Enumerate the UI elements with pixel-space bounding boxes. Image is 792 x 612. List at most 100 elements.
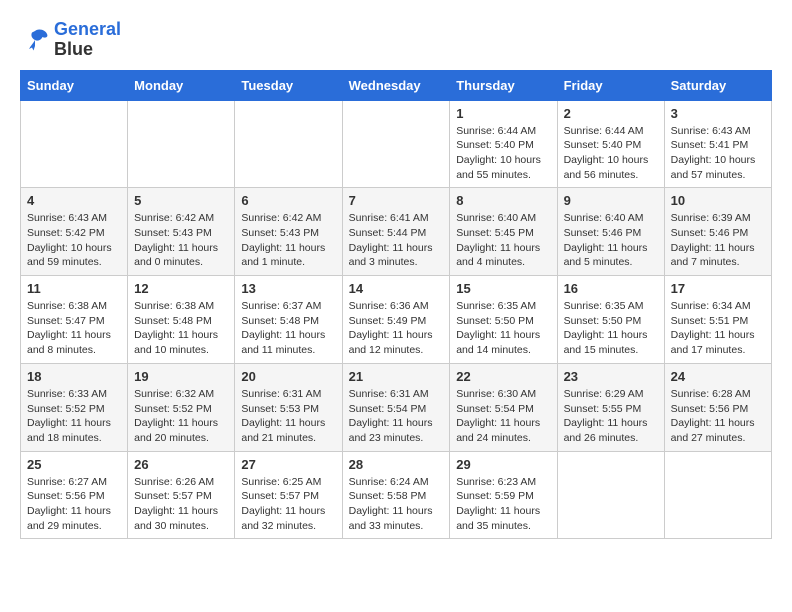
calendar-cell: 6Sunrise: 6:42 AM Sunset: 5:43 PM Daylig… (235, 188, 342, 276)
day-info: Sunrise: 6:26 AM Sunset: 5:57 PM Dayligh… (134, 475, 228, 534)
day-number: 18 (27, 369, 121, 384)
day-number: 9 (564, 193, 658, 208)
cell-content: 28Sunrise: 6:24 AM Sunset: 5:58 PM Dayli… (349, 457, 444, 534)
calendar-cell (342, 100, 450, 188)
cell-content: 9Sunrise: 6:40 AM Sunset: 5:46 PM Daylig… (564, 193, 658, 270)
day-info: Sunrise: 6:33 AM Sunset: 5:52 PM Dayligh… (27, 387, 121, 446)
week-row-5: 25 Sunrise: 6:27 AM Sunset: 5:56 PM Dayli… (21, 451, 772, 539)
day-info: Sunrise: 6:23 AM Sunset: 5:59 PM Dayligh… (456, 475, 550, 534)
day-info: Sunrise: 6:35 AM Sunset: 5:50 PM Dayligh… (456, 299, 550, 358)
cell-content: 21 Sunrise: 6:31 AM Sunset: 5:54 PM Dayli… (349, 369, 444, 446)
cell-content: 24 Sunrise: 6:28 AM Sunset: 5:56 PM Dayli… (671, 369, 765, 446)
week-row-4: 18 Sunrise: 6:33 AM Sunset: 5:52 PM Dayli… (21, 363, 772, 451)
day-number: 4 (27, 193, 121, 208)
calendar-cell (21, 100, 128, 188)
week-row-3: 11 Sunrise: 6:38 AM Sunset: 5:47 PM Dayli… (21, 276, 772, 364)
cell-content: 13 Sunrise: 6:37 AM Sunset: 5:48 PM Dayli… (241, 281, 335, 358)
day-info: Sunrise: 6:29 AM Sunset: 5:55 PM Dayligh… (564, 387, 658, 446)
cell-content: 18 Sunrise: 6:33 AM Sunset: 5:52 PM Dayli… (27, 369, 121, 446)
cell-content: 23 Sunrise: 6:29 AM Sunset: 5:55 PM Dayli… (564, 369, 658, 446)
cell-content: 15Sunrise: 6:35 AM Sunset: 5:50 PM Dayli… (456, 281, 550, 358)
day-info: Sunrise: 6:43 AM Sunset: 5:42 PM Dayligh… (27, 211, 121, 270)
cell-content: 10 Sunrise: 6:39 AM Sunset: 5:46 PM Dayli… (671, 193, 765, 270)
calendar-cell: 23 Sunrise: 6:29 AM Sunset: 5:55 PM Dayli… (557, 363, 664, 451)
day-number: 28 (349, 457, 444, 472)
calendar-cell: 7 Sunrise: 6:41 AM Sunset: 5:44 PM Daylig… (342, 188, 450, 276)
day-info: Sunrise: 6:34 AM Sunset: 5:51 PM Dayligh… (671, 299, 765, 358)
day-number: 21 (349, 369, 444, 384)
calendar-cell: 12 Sunrise: 6:38 AM Sunset: 5:48 PM Dayli… (128, 276, 235, 364)
calendar-cell: 15Sunrise: 6:35 AM Sunset: 5:50 PM Dayli… (450, 276, 557, 364)
day-number: 24 (671, 369, 765, 384)
cell-content: 17 Sunrise: 6:34 AM Sunset: 5:51 PM Dayli… (671, 281, 765, 358)
day-info: Sunrise: 6:42 AM Sunset: 5:43 PM Dayligh… (241, 211, 335, 270)
calendar-cell: 16Sunrise: 6:35 AM Sunset: 5:50 PM Dayli… (557, 276, 664, 364)
cell-content: 8 Sunrise: 6:40 AM Sunset: 5:45 PM Daylig… (456, 193, 550, 270)
cell-content: 16Sunrise: 6:35 AM Sunset: 5:50 PM Dayli… (564, 281, 658, 358)
cell-content: 2 Sunrise: 6:44 AM Sunset: 5:40 PM Daylig… (564, 106, 658, 183)
calendar-cell: 8 Sunrise: 6:40 AM Sunset: 5:45 PM Daylig… (450, 188, 557, 276)
day-info: Sunrise: 6:38 AM Sunset: 5:47 PM Dayligh… (27, 299, 121, 358)
day-info: Sunrise: 6:37 AM Sunset: 5:48 PM Dayligh… (241, 299, 335, 358)
calendar-cell: 11 Sunrise: 6:38 AM Sunset: 5:47 PM Dayli… (21, 276, 128, 364)
day-info: Sunrise: 6:40 AM Sunset: 5:45 PM Dayligh… (456, 211, 550, 270)
calendar-cell: 26Sunrise: 6:26 AM Sunset: 5:57 PM Dayli… (128, 451, 235, 539)
day-number: 2 (564, 106, 658, 121)
day-info: Sunrise: 6:27 AM Sunset: 5:56 PM Dayligh… (27, 475, 121, 534)
day-info: Sunrise: 6:25 AM Sunset: 5:57 PM Dayligh… (241, 475, 335, 534)
column-header-thursday: Thursday (450, 70, 557, 100)
day-number: 27 (241, 457, 335, 472)
day-number: 8 (456, 193, 550, 208)
day-number: 13 (241, 281, 335, 296)
calendar-cell: 4 Sunrise: 6:43 AM Sunset: 5:42 PM Daylig… (21, 188, 128, 276)
calendar-cell: 25 Sunrise: 6:27 AM Sunset: 5:56 PM Dayli… (21, 451, 128, 539)
day-number: 20 (241, 369, 335, 384)
day-number: 14 (349, 281, 444, 296)
day-number: 12 (134, 281, 228, 296)
day-number: 7 (349, 193, 444, 208)
day-number: 10 (671, 193, 765, 208)
calendar-cell: 14Sunrise: 6:36 AM Sunset: 5:49 PM Dayli… (342, 276, 450, 364)
cell-content: 12 Sunrise: 6:38 AM Sunset: 5:48 PM Dayli… (134, 281, 228, 358)
week-row-1: 1Sunrise: 6:44 AM Sunset: 5:40 PM Daylig… (21, 100, 772, 188)
day-number: 25 (27, 457, 121, 472)
calendar-cell: 24 Sunrise: 6:28 AM Sunset: 5:56 PM Dayli… (664, 363, 771, 451)
cell-content: 20Sunrise: 6:31 AM Sunset: 5:53 PM Dayli… (241, 369, 335, 446)
day-info: Sunrise: 6:39 AM Sunset: 5:46 PM Dayligh… (671, 211, 765, 270)
calendar-table: SundayMondayTuesdayWednesdayThursdayFrid… (20, 70, 772, 540)
day-number: 23 (564, 369, 658, 384)
day-info: Sunrise: 6:41 AM Sunset: 5:44 PM Dayligh… (349, 211, 444, 270)
calendar-cell: 29Sunrise: 6:23 AM Sunset: 5:59 PM Dayli… (450, 451, 557, 539)
day-info: Sunrise: 6:30 AM Sunset: 5:54 PM Dayligh… (456, 387, 550, 446)
day-number: 5 (134, 193, 228, 208)
column-header-friday: Friday (557, 70, 664, 100)
day-number: 16 (564, 281, 658, 296)
calendar-cell (664, 451, 771, 539)
page-header: GeneralBlue (20, 20, 772, 60)
day-info: Sunrise: 6:44 AM Sunset: 5:40 PM Dayligh… (564, 124, 658, 183)
calendar-cell (128, 100, 235, 188)
day-info: Sunrise: 6:32 AM Sunset: 5:52 PM Dayligh… (134, 387, 228, 446)
calendar-cell (235, 100, 342, 188)
calendar-cell: 9Sunrise: 6:40 AM Sunset: 5:46 PM Daylig… (557, 188, 664, 276)
logo-text: GeneralBlue (54, 20, 121, 60)
calendar-body: 1Sunrise: 6:44 AM Sunset: 5:40 PM Daylig… (21, 100, 772, 539)
week-row-2: 4 Sunrise: 6:43 AM Sunset: 5:42 PM Daylig… (21, 188, 772, 276)
calendar-cell: 28Sunrise: 6:24 AM Sunset: 5:58 PM Dayli… (342, 451, 450, 539)
day-info: Sunrise: 6:28 AM Sunset: 5:56 PM Dayligh… (671, 387, 765, 446)
cell-content: 29Sunrise: 6:23 AM Sunset: 5:59 PM Dayli… (456, 457, 550, 534)
calendar-cell: 1Sunrise: 6:44 AM Sunset: 5:40 PM Daylig… (450, 100, 557, 188)
day-info: Sunrise: 6:38 AM Sunset: 5:48 PM Dayligh… (134, 299, 228, 358)
day-number: 11 (27, 281, 121, 296)
calendar-header-row: SundayMondayTuesdayWednesdayThursdayFrid… (21, 70, 772, 100)
day-info: Sunrise: 6:42 AM Sunset: 5:43 PM Dayligh… (134, 211, 228, 270)
calendar-cell: 19 Sunrise: 6:32 AM Sunset: 5:52 PM Dayli… (128, 363, 235, 451)
day-number: 19 (134, 369, 228, 384)
logo-bird-icon (20, 25, 50, 55)
cell-content: 22Sunrise: 6:30 AM Sunset: 5:54 PM Dayli… (456, 369, 550, 446)
calendar-cell: 21 Sunrise: 6:31 AM Sunset: 5:54 PM Dayli… (342, 363, 450, 451)
day-info: Sunrise: 6:31 AM Sunset: 5:54 PM Dayligh… (349, 387, 444, 446)
calendar-cell: 10 Sunrise: 6:39 AM Sunset: 5:46 PM Dayli… (664, 188, 771, 276)
day-number: 17 (671, 281, 765, 296)
cell-content: 7 Sunrise: 6:41 AM Sunset: 5:44 PM Daylig… (349, 193, 444, 270)
